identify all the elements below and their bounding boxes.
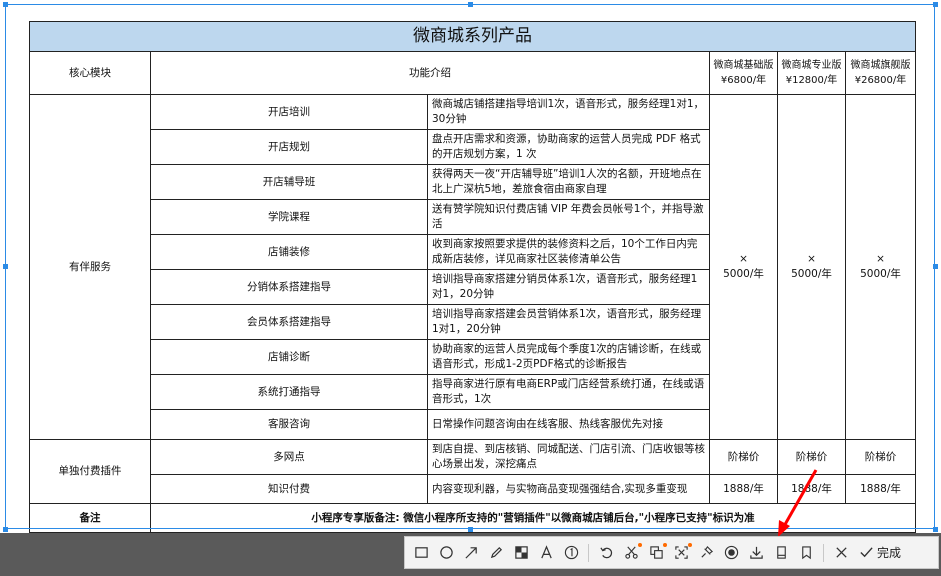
feature-desc: 盘点开店需求和资源，协助商家的运营人员完成 PDF 格式的开店规划方案，1 次 xyxy=(427,129,710,165)
undo-icon[interactable] xyxy=(595,542,617,564)
table-row: 单独付费插件 多网点 到店自提、到店核销、同城配送、门店引流、门店收银等核心场景… xyxy=(29,439,916,504)
toolbar-separator xyxy=(823,543,824,562)
header-plan-pro: 微商城专业版 ¥12800/年 xyxy=(777,51,846,95)
toolbar-separator xyxy=(588,543,589,562)
feature-name: 知识付费 xyxy=(150,474,428,504)
price-pro: 1888/年 xyxy=(777,474,846,504)
resize-handle[interactable] xyxy=(933,527,938,532)
feature-desc: 内容变现利器，与实物商品变现强强结合,实现多重变现 xyxy=(427,474,710,504)
feature-desc: 指导商家进行原有电商ERP或门店经营系统打通，在线或语音形式，1次 xyxy=(427,374,710,410)
pen-icon[interactable] xyxy=(485,542,507,564)
group-name: 有伴服务 xyxy=(29,94,151,440)
feature-name: 开店规划 xyxy=(150,129,428,165)
scan-icon[interactable] xyxy=(670,542,692,564)
price-pro: 阶梯价 xyxy=(777,439,846,475)
feature-name: 开店培训 xyxy=(150,94,428,130)
header-plan-flagship: 微商城旗舰版 ¥26800/年 xyxy=(845,51,916,95)
feature-desc: 培训指导商家搭建会员营销体系1次，语音形式，服务经理1对1，20分钟 xyxy=(427,304,710,340)
mosaic-icon[interactable] xyxy=(510,542,532,564)
feature-desc: 培训指导商家搭建分销员体系1次，语音形式，服务经理1对1，20分钟 xyxy=(427,269,710,305)
feature-name: 店铺装修 xyxy=(150,234,428,270)
rectangle-icon[interactable] xyxy=(410,542,432,564)
ellipse-icon[interactable] xyxy=(435,542,457,564)
feature-name: 多网点 xyxy=(150,439,428,475)
feature-desc: 送有赞学院知识付费店铺 VIP 年费会员帐号1个，并指导激活 xyxy=(427,199,710,235)
screenshot-capture-area: 微商城系列产品 核心模块 功能介绍 微商城基础版 ¥6800/年 微商城专业版 … xyxy=(0,0,941,533)
download-icon[interactable] xyxy=(745,542,767,564)
table-row: 有伴服务 开店培训 微商城店铺搭建指导培训1次，语音形式，服务经理1对1，30分… xyxy=(29,94,916,440)
screenshot-toolbar: 完成 xyxy=(404,536,939,569)
feature-name: 客服咨询 xyxy=(150,409,428,440)
ocr-icon[interactable] xyxy=(620,542,642,564)
feature-name: 分销体系搭建指导 xyxy=(150,269,428,305)
feature-name: 系统打通指导 xyxy=(150,374,428,410)
feature-name: 会员体系搭建指导 xyxy=(150,304,428,340)
table-title: 微商城系列产品 xyxy=(29,21,916,52)
done-button[interactable]: 完成 xyxy=(859,544,901,561)
long-screenshot-icon[interactable] xyxy=(770,542,792,564)
group-name: 单独付费插件 xyxy=(29,439,151,504)
resize-handle[interactable] xyxy=(3,527,8,532)
close-icon[interactable] xyxy=(830,542,852,564)
header-plan-basic: 微商城基础版 ¥6800/年 xyxy=(709,51,778,95)
translate-icon[interactable] xyxy=(645,542,667,564)
resize-handle[interactable] xyxy=(468,2,473,7)
feature-desc: 日常操作问题咨询由在线客服、热线客服优先对接 xyxy=(427,409,710,440)
resize-handle[interactable] xyxy=(933,264,938,269)
note-text: 小程序专享版备注: 微信小程序所支持的"营销插件"以微商城店铺后台,"小程序已支… xyxy=(150,503,916,533)
product-table: 微商城系列产品 核心模块 功能介绍 微商城基础版 ¥6800/年 微商城专业版 … xyxy=(29,21,916,533)
text-icon[interactable] xyxy=(535,542,557,564)
bookmark-icon[interactable] xyxy=(795,542,817,564)
group-price-pro: × 5000/年 xyxy=(777,94,846,440)
feature-name: 学院课程 xyxy=(150,199,428,235)
header-feature: 功能介绍 xyxy=(150,51,710,95)
feature-desc: 微商城店铺搭建指导培训1次，语音形式，服务经理1对1，30分钟 xyxy=(427,94,710,130)
arrow-icon[interactable] xyxy=(460,542,482,564)
resize-handle[interactable] xyxy=(468,527,473,532)
feature-name: 店铺诊断 xyxy=(150,339,428,375)
note-label: 备注 xyxy=(29,503,151,533)
number-icon[interactable] xyxy=(560,542,582,564)
price-flagship: 阶梯价 xyxy=(845,439,916,475)
feature-name: 开店辅导班 xyxy=(150,164,428,200)
group-price-flagship: × 5000/年 xyxy=(845,94,916,440)
price-basic: 阶梯价 xyxy=(709,439,778,475)
resize-handle[interactable] xyxy=(3,264,8,269)
check-icon xyxy=(860,547,873,558)
header-module: 核心模块 xyxy=(29,51,151,95)
pin-icon[interactable] xyxy=(695,542,717,564)
record-icon[interactable] xyxy=(720,542,742,564)
group-price-basic: × 5000/年 xyxy=(709,94,778,440)
feature-desc: 到店自提、到店核销、同城配送、门店引流、门店收银等核心场景出发，深挖痛点 xyxy=(427,439,710,475)
resize-handle[interactable] xyxy=(3,2,8,7)
header-row: 核心模块 功能介绍 微商城基础版 ¥6800/年 微商城专业版 ¥12800/年… xyxy=(29,51,916,95)
table-row: 知识付费 内容变现利器，与实物商品变现强强结合,实现多重变现 1888/年 18… xyxy=(30,474,916,504)
price-flagship: 1888/年 xyxy=(845,474,916,504)
feature-desc: 收到商家按照要求提供的装修资料之后，10个工作日内完成新店装修，详见商家社区装修… xyxy=(427,234,710,270)
feature-desc: 协助商家的运营人员完成每个季度1次的店铺诊断，在线或语音形式，形成1-2页PDF… xyxy=(427,339,710,375)
feature-desc: 获得两天一夜“开店辅导班”培训1人次的名额，开班地点在北上广深杭5地，差旅食宿由… xyxy=(427,164,710,200)
price-basic: 1888/年 xyxy=(709,474,778,504)
resize-handle[interactable] xyxy=(933,2,938,7)
done-label: 完成 xyxy=(877,546,902,560)
